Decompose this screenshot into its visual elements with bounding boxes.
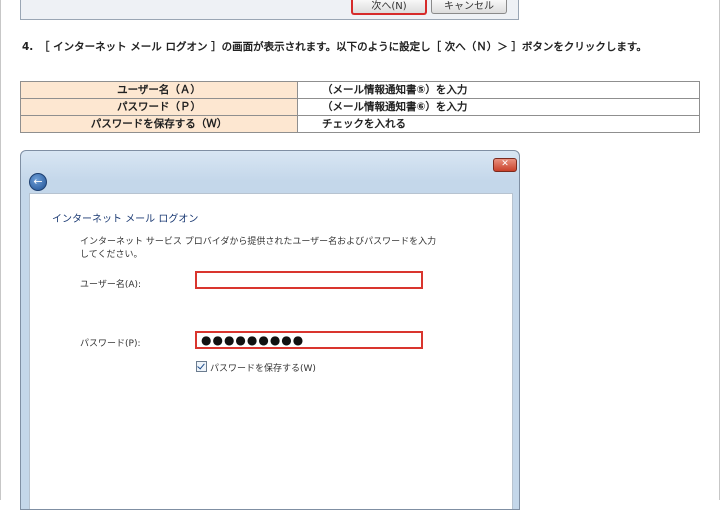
dialog-title: インターネット メール ログオン <box>52 214 199 225</box>
internet-mail-logon-dialog: ✕ ← インターネット メール ログオン インターネット サービス プロバイダか… <box>20 150 520 510</box>
username-label: ユーザー名(A): <box>80 280 142 290</box>
setting-key-password: パスワード（Ｐ） <box>20 98 298 116</box>
close-icon[interactable]: ✕ <box>493 158 517 172</box>
setting-value-password: （メール情報通知書⑥）を入力 <box>297 98 700 116</box>
setting-value-username: （メール情報通知書⑤）を入力 <box>297 81 700 99</box>
password-label: パスワード(P): <box>80 339 141 349</box>
table-row: パスワードを保存する（Ｗ） チェックを入れる <box>20 115 700 133</box>
username-input[interactable] <box>195 271 423 289</box>
remember-password-label: パスワードを保存する(W) <box>210 364 316 374</box>
step-number: 4. <box>22 41 34 53</box>
checkbox-checked-icon[interactable] <box>196 361 207 372</box>
back-arrow-icon[interactable]: ← <box>29 173 47 191</box>
step-text: ［ インターネット メール ログオン ］の画面が表示されます。以下のように設定し… <box>39 41 647 53</box>
dialog-description: インターネット サービス プロバイダから提供されたユーザー名およびパスワードを入… <box>80 237 437 260</box>
cancel-button[interactable]: キャンセル <box>431 0 507 14</box>
table-row: パスワード（Ｐ） （メール情報通知書⑥）を入力 <box>20 98 700 116</box>
password-input[interactable]: ●●●●●●●●● <box>195 331 423 349</box>
next-button[interactable]: 次へ(N) <box>351 0 427 15</box>
setting-key-username: ユーザー名（Ａ） <box>20 81 298 99</box>
step-instruction: 4. ［ インターネット メール ログオン ］の画面が表示されます。以下のように… <box>22 39 702 55</box>
setting-key-save-password: パスワードを保存する（Ｗ） <box>20 115 298 133</box>
settings-table: ユーザー名（Ａ） （メール情報通知書⑤）を入力 パスワード（Ｐ） （メール情報通… <box>20 81 700 133</box>
dialog-content: インターネット メール ログオン インターネット サービス プロバイダから提供さ… <box>29 193 513 509</box>
table-row: ユーザー名（Ａ） （メール情報通知書⑤）を入力 <box>20 81 700 99</box>
previous-dialog-bottom: 次へ(N) キャンセル <box>20 0 519 20</box>
page-border-left <box>0 0 1 500</box>
setting-value-save-password: チェックを入れる <box>297 115 700 133</box>
remember-password-checkbox[interactable]: パスワードを保存する(W) <box>196 361 316 374</box>
